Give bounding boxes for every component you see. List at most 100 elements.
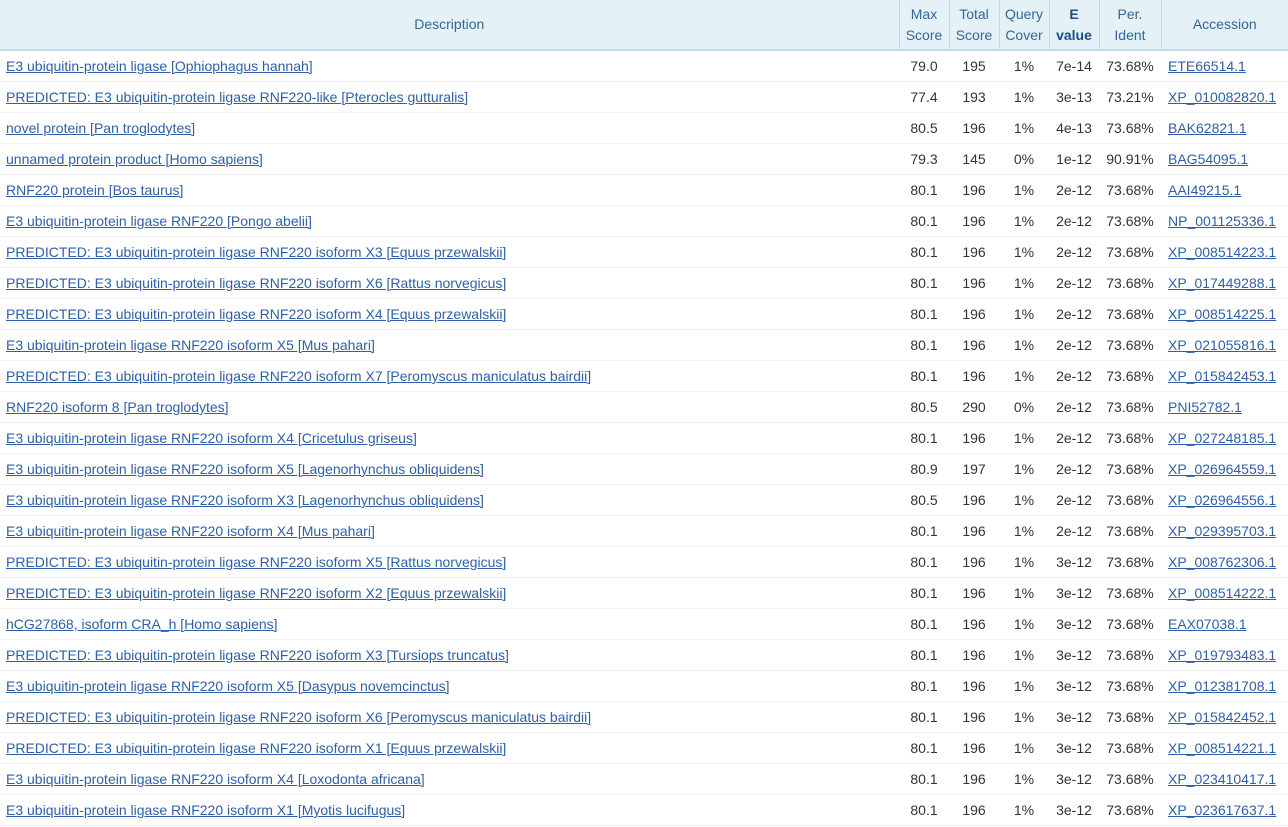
accession-cell: XP_008514223.1	[1161, 236, 1288, 268]
accession-link[interactable]: XP_008762306.1	[1168, 554, 1276, 570]
table-row: E3 ubiquitin-protein ligase RNF220 isofo…	[0, 484, 1288, 516]
per-ident-cell: 73.68%	[1099, 267, 1161, 299]
description-link[interactable]: PREDICTED: E3 ubiquitin-protein ligase R…	[6, 554, 506, 570]
accession-link[interactable]: EAX07038.1	[1168, 616, 1247, 632]
per-ident-cell: 73.68%	[1099, 453, 1161, 485]
description-link[interactable]: PREDICTED: E3 ubiquitin-protein ligase R…	[6, 368, 591, 384]
description-link[interactable]: novel protein [Pan troglodytes]	[6, 120, 195, 136]
description-link[interactable]: E3 ubiquitin-protein ligase RNF220 isofo…	[6, 430, 417, 446]
description-link[interactable]: PREDICTED: E3 ubiquitin-protein ligase R…	[6, 306, 506, 322]
header-per-ident[interactable]: Per. Ident	[1099, 0, 1162, 51]
accession-link[interactable]: XP_021055816.1	[1168, 337, 1276, 353]
per-ident-cell: 73.68%	[1099, 732, 1161, 764]
description-link[interactable]: E3 ubiquitin-protein ligase RNF220 isofo…	[6, 461, 484, 477]
header-row: Description Max Score Total Score Query Cov…	[0, 0, 1288, 51]
header-description[interactable]: Description	[0, 0, 900, 51]
description-link[interactable]: hCG27868, isoform CRA_h [Homo sapiens]	[6, 616, 278, 632]
e-value-cell: 3e-12	[1049, 608, 1099, 640]
max-score-cell: 80.1	[899, 298, 949, 330]
accession-link[interactable]: XP_029395703.1	[1168, 523, 1276, 539]
accession-link[interactable]: XP_017449288.1	[1168, 275, 1276, 291]
accession-link[interactable]: XP_026964559.1	[1168, 461, 1276, 477]
accession-link[interactable]: XP_026964556.1	[1168, 492, 1276, 508]
accession-link[interactable]: XP_010082820.1	[1168, 89, 1276, 105]
accession-link[interactable]: XP_027248185.1	[1168, 430, 1276, 446]
accession-cell: XP_026964556.1	[1161, 484, 1288, 516]
e-value-cell: 7e-14	[1049, 50, 1099, 82]
e-value-cell: 3e-12	[1049, 670, 1099, 702]
per-ident-cell: 73.68%	[1099, 701, 1161, 733]
header-total-score[interactable]: Total Score	[949, 0, 1000, 51]
accession-link[interactable]: XP_012381708.1	[1168, 678, 1276, 694]
total-score-cell: 196	[949, 794, 999, 826]
description-cell: RNF220 isoform 8 [Pan troglodytes]	[0, 391, 899, 423]
description-link[interactable]: E3 ubiquitin-protein ligase RNF220 isofo…	[6, 337, 375, 353]
accession-link[interactable]: XP_008514225.1	[1168, 306, 1276, 322]
description-link[interactable]: E3 ubiquitin-protein ligase RNF220 [Pong…	[6, 213, 312, 229]
description-link[interactable]: E3 ubiquitin-protein ligase RNF220 isofo…	[6, 523, 375, 539]
header-e-value[interactable]: Evalue	[1049, 0, 1100, 51]
description-link[interactable]: E3 ubiquitin-protein ligase RNF220 isofo…	[6, 802, 405, 818]
table-row: E3 ubiquitin-protein ligase [Ophiophagus…	[0, 50, 1288, 82]
description-link[interactable]: E3 ubiquitin-protein ligase RNF220 isofo…	[6, 678, 450, 694]
accession-link[interactable]: PNI52782.1	[1168, 399, 1242, 415]
description-link[interactable]: PREDICTED: E3 ubiquitin-protein ligase R…	[6, 647, 509, 663]
header-max-score[interactable]: Max Score	[899, 0, 950, 51]
accession-link[interactable]: BAK62821.1	[1168, 120, 1247, 136]
description-link[interactable]: PREDICTED: E3 ubiquitin-protein ligase R…	[6, 709, 591, 725]
max-score-cell: 80.1	[899, 732, 949, 764]
header-accession[interactable]: Accession	[1161, 0, 1288, 51]
e-value-cell: 3e-13	[1049, 81, 1099, 113]
total-score-cell: 196	[949, 267, 999, 299]
per-ident-cell: 73.68%	[1099, 329, 1161, 361]
accession-link[interactable]: BAG54095.1	[1168, 151, 1248, 167]
accession-link[interactable]: XP_008514223.1	[1168, 244, 1276, 260]
e-value-cell: 1e-12	[1049, 143, 1099, 175]
accession-cell: AAI49215.1	[1161, 174, 1288, 206]
description-cell: PREDICTED: E3 ubiquitin-protein ligase R…	[0, 639, 899, 671]
max-score-cell: 80.9	[899, 453, 949, 485]
description-cell: PREDICTED: E3 ubiquitin-protein ligase R…	[0, 81, 899, 113]
total-score-cell: 196	[949, 422, 999, 454]
description-link[interactable]: PREDICTED: E3 ubiquitin-protein ligase R…	[6, 740, 506, 756]
description-link[interactable]: PREDICTED: E3 ubiquitin-protein ligase R…	[6, 585, 506, 601]
description-link[interactable]: unnamed protein product [Homo sapiens]	[6, 151, 263, 167]
description-cell: PREDICTED: E3 ubiquitin-protein ligase R…	[0, 267, 899, 299]
per-ident-cell: 73.68%	[1099, 763, 1161, 795]
total-score-cell: 196	[949, 763, 999, 795]
description-link[interactable]: E3 ubiquitin-protein ligase [Ophiophagus…	[6, 58, 313, 74]
max-score-cell: 80.1	[899, 360, 949, 392]
accession-link[interactable]: XP_023617637.1	[1168, 802, 1276, 818]
table-row: E3 ubiquitin-protein ligase RNF220 isofo…	[0, 794, 1288, 826]
query-cover-cell: 1%	[999, 639, 1049, 671]
per-ident-cell: 73.68%	[1099, 174, 1161, 206]
description-link[interactable]: E3 ubiquitin-protein ligase RNF220 isofo…	[6, 771, 425, 787]
max-score-cell: 80.1	[899, 763, 949, 795]
description-link[interactable]: PREDICTED: E3 ubiquitin-protein ligase R…	[6, 244, 506, 260]
max-score-cell: 79.3	[899, 143, 949, 175]
description-link[interactable]: RNF220 isoform 8 [Pan troglodytes]	[6, 399, 229, 415]
per-ident-cell: 73.68%	[1099, 639, 1161, 671]
description-link[interactable]: PREDICTED: E3 ubiquitin-protein ligase R…	[6, 89, 468, 105]
accession-link[interactable]: ETE66514.1	[1168, 58, 1246, 74]
header-query-cover[interactable]: Query Cover	[999, 0, 1050, 51]
description-cell: E3 ubiquitin-protein ligase RNF220 isofo…	[0, 763, 899, 795]
accession-link[interactable]: XP_015842453.1	[1168, 368, 1276, 384]
e-value-cell: 2e-12	[1049, 360, 1099, 392]
description-cell: hCG27868, isoform CRA_h [Homo sapiens]	[0, 608, 899, 640]
accession-link[interactable]: XP_008514222.1	[1168, 585, 1276, 601]
query-cover-cell: 1%	[999, 794, 1049, 826]
description-link[interactable]: RNF220 protein [Bos taurus]	[6, 182, 183, 198]
accession-link[interactable]: XP_023410417.1	[1168, 771, 1276, 787]
accession-link[interactable]: XP_019793483.1	[1168, 647, 1276, 663]
accession-link[interactable]: NP_001125336.1	[1168, 213, 1276, 229]
table-row: PREDICTED: E3 ubiquitin-protein ligase R…	[0, 701, 1288, 733]
query-cover-cell: 1%	[999, 515, 1049, 547]
description-cell: E3 ubiquitin-protein ligase RNF220 isofo…	[0, 794, 899, 826]
max-score-cell: 80.1	[899, 794, 949, 826]
accession-link[interactable]: AAI49215.1	[1168, 182, 1241, 198]
description-link[interactable]: E3 ubiquitin-protein ligase RNF220 isofo…	[6, 492, 484, 508]
description-link[interactable]: PREDICTED: E3 ubiquitin-protein ligase R…	[6, 275, 506, 291]
accession-link[interactable]: XP_015842452.1	[1168, 709, 1276, 725]
accession-link[interactable]: XP_008514221.1	[1168, 740, 1276, 756]
